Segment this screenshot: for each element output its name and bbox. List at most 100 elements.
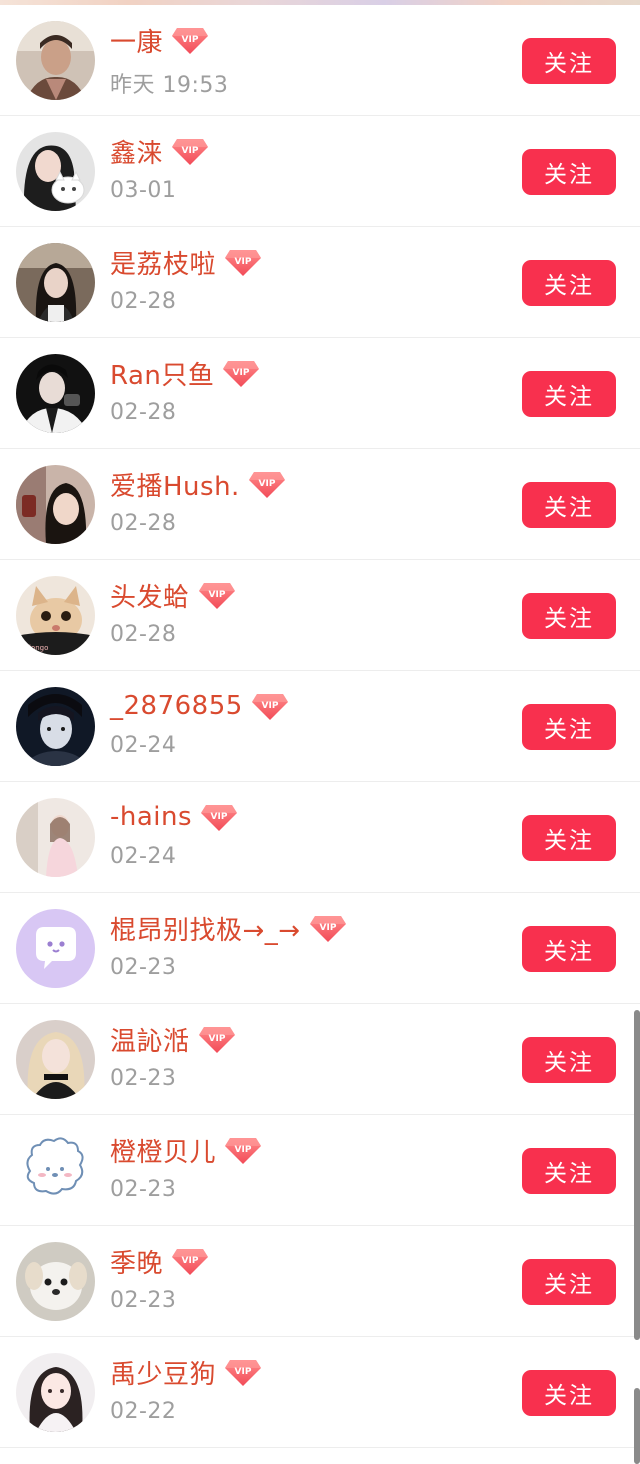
follow-button[interactable]: 关注	[522, 815, 616, 861]
name-line: _2876855 VIP	[110, 688, 289, 724]
user-name[interactable]: 爱播Hush.	[110, 466, 240, 503]
svg-text:VIP: VIP	[182, 1256, 199, 1266]
name-line: 温訫湉 VIP	[110, 1021, 236, 1057]
list-item[interactable]: -hains VIP 02-24 关注	[0, 782, 640, 893]
user-name[interactable]: 温訫湉	[110, 1021, 190, 1058]
list-item[interactable]: Ran只鱼 VIP 02-28 关注	[0, 338, 640, 449]
list-item[interactable]: 爱播Hush. VIP 02-28 关注	[0, 449, 640, 560]
vip-badge-icon: VIP	[251, 691, 289, 721]
user-name[interactable]: 一康	[110, 22, 163, 59]
vip-badge-icon: VIP	[198, 580, 236, 610]
vip-badge-icon: VIP	[224, 247, 262, 277]
name-line: 橙橙贝儿 VIP	[110, 1132, 262, 1168]
avatar[interactable]: b-longo	[16, 576, 95, 655]
avatar-drawing-dog	[16, 1131, 95, 1210]
list-item[interactable]: 禹少豆狗 VIP 02-22 关注	[0, 1337, 640, 1448]
svg-text:VIP: VIP	[208, 590, 225, 600]
avatar[interactable]	[16, 354, 95, 433]
name-line: 禹少豆狗 VIP	[110, 1354, 262, 1390]
follow-button[interactable]: 关注	[522, 1148, 616, 1194]
list-item[interactable]: 橙橙贝儿 VIP 02-23 关注	[0, 1115, 640, 1226]
avatar[interactable]	[16, 909, 95, 988]
follow-date: 02-28	[110, 511, 177, 536]
vip-badge-icon: VIP	[248, 469, 286, 499]
avatar-default-chat-bubble	[16, 909, 95, 988]
follow-button[interactable]: 关注	[522, 38, 616, 84]
follow-button[interactable]: 关注	[522, 1370, 616, 1416]
scrollbar-thumb[interactable]	[634, 1010, 640, 1340]
avatar[interactable]	[16, 1131, 95, 1210]
avatar[interactable]	[16, 465, 95, 544]
follow-button[interactable]: 关注	[522, 149, 616, 195]
svg-text:VIP: VIP	[261, 701, 278, 711]
user-name[interactable]: 橙橙贝儿	[110, 1132, 216, 1169]
svg-text:b-longo: b-longo	[22, 644, 48, 652]
list-item[interactable]: 是荔枝啦 VIP 02-28 关注	[0, 227, 640, 338]
name-line: 头发蛤 VIP	[110, 577, 236, 613]
follow-button[interactable]: 关注	[522, 482, 616, 528]
follow-date: 02-28	[110, 289, 177, 314]
vip-badge-icon: VIP	[224, 1357, 262, 1387]
follow-date: 02-24	[110, 844, 177, 869]
scrollbar-thumb-lower[interactable]	[634, 1388, 640, 1464]
follow-button[interactable]: 关注	[522, 704, 616, 750]
user-name[interactable]: 头发蛤	[110, 577, 190, 614]
follow-button[interactable]: 关注	[522, 1259, 616, 1305]
svg-text:VIP: VIP	[208, 1034, 225, 1044]
avatar[interactable]	[16, 243, 95, 322]
follow-button[interactable]: 关注	[522, 371, 616, 417]
name-line: 季晚 VIP	[110, 1243, 209, 1279]
list-item[interactable]: _2876855 VIP 02-24 关注	[0, 671, 640, 782]
user-name[interactable]: 鑫涞	[110, 133, 163, 170]
user-name[interactable]: 棍昂别找极→_→	[110, 910, 301, 947]
follow-list: 一康 VIP 昨天 19:53 关注 鑫涞 VIP 03-01 关注 是荔枝啦 VIP 02-28 关…	[0, 5, 640, 1448]
follow-button[interactable]: 关注	[522, 593, 616, 639]
user-name[interactable]: 季晚	[110, 1243, 163, 1280]
avatar[interactable]	[16, 1242, 95, 1321]
user-name[interactable]: -hains	[110, 802, 192, 832]
list-item[interactable]: 温訫湉 VIP 02-23 关注	[0, 1004, 640, 1115]
follow-date: 03-01	[110, 178, 177, 203]
avatar[interactable]	[16, 21, 95, 100]
list-item[interactable]: 一康 VIP 昨天 19:53 关注	[0, 5, 640, 116]
user-name[interactable]: 禹少豆狗	[110, 1354, 216, 1391]
follow-button[interactable]: 关注	[522, 1037, 616, 1083]
vip-badge-icon: VIP	[198, 1024, 236, 1054]
avatar[interactable]	[16, 1353, 95, 1432]
name-line: -hains VIP	[110, 799, 238, 835]
svg-text:VIP: VIP	[235, 1367, 252, 1377]
vip-badge-icon: VIP	[171, 136, 209, 166]
list-item[interactable]: b-longo 头发蛤 VIP 02-28 关注	[0, 560, 640, 671]
avatar-photo-puppy	[16, 1242, 95, 1321]
follow-date: 02-23	[110, 1177, 177, 1202]
list-item[interactable]: 棍昂别找极→_→ VIP 02-23 关注	[0, 893, 640, 1004]
user-name[interactable]: 是荔枝啦	[110, 244, 216, 281]
svg-text:VIP: VIP	[258, 479, 275, 489]
avatar[interactable]	[16, 1020, 95, 1099]
name-line: 鑫涞 VIP	[110, 133, 209, 169]
follow-button[interactable]: 关注	[522, 260, 616, 306]
avatar[interactable]	[16, 687, 95, 766]
avatar-photo-man-blue	[16, 687, 95, 766]
follow-date: 昨天 19:53	[110, 73, 229, 98]
user-name[interactable]: _2876855	[110, 691, 243, 721]
avatar[interactable]	[16, 132, 95, 211]
svg-text:VIP: VIP	[182, 35, 199, 45]
svg-text:VIP: VIP	[211, 812, 228, 822]
vip-badge-icon: VIP	[171, 25, 209, 55]
user-name[interactable]: Ran只鱼	[110, 355, 214, 392]
name-line: 一康 VIP	[110, 22, 209, 58]
list-item[interactable]: 鑫涞 VIP 03-01 关注	[0, 116, 640, 227]
list-item[interactable]: 季晚 VIP 02-23 关注	[0, 1226, 640, 1337]
follow-button[interactable]: 关注	[522, 926, 616, 972]
follow-date: 02-23	[110, 955, 177, 980]
vip-badge-icon: VIP	[171, 1246, 209, 1276]
name-line: Ran只鱼 VIP	[110, 355, 260, 391]
follow-date: 02-22	[110, 1399, 177, 1424]
name-line: 爱播Hush. VIP	[110, 466, 286, 502]
avatar-photo-man-dark	[16, 354, 95, 433]
avatar-photo-girl-anime-style	[16, 1353, 95, 1432]
follow-date: 02-23	[110, 1288, 177, 1313]
follow-date: 02-28	[110, 622, 177, 647]
avatar[interactable]	[16, 798, 95, 877]
